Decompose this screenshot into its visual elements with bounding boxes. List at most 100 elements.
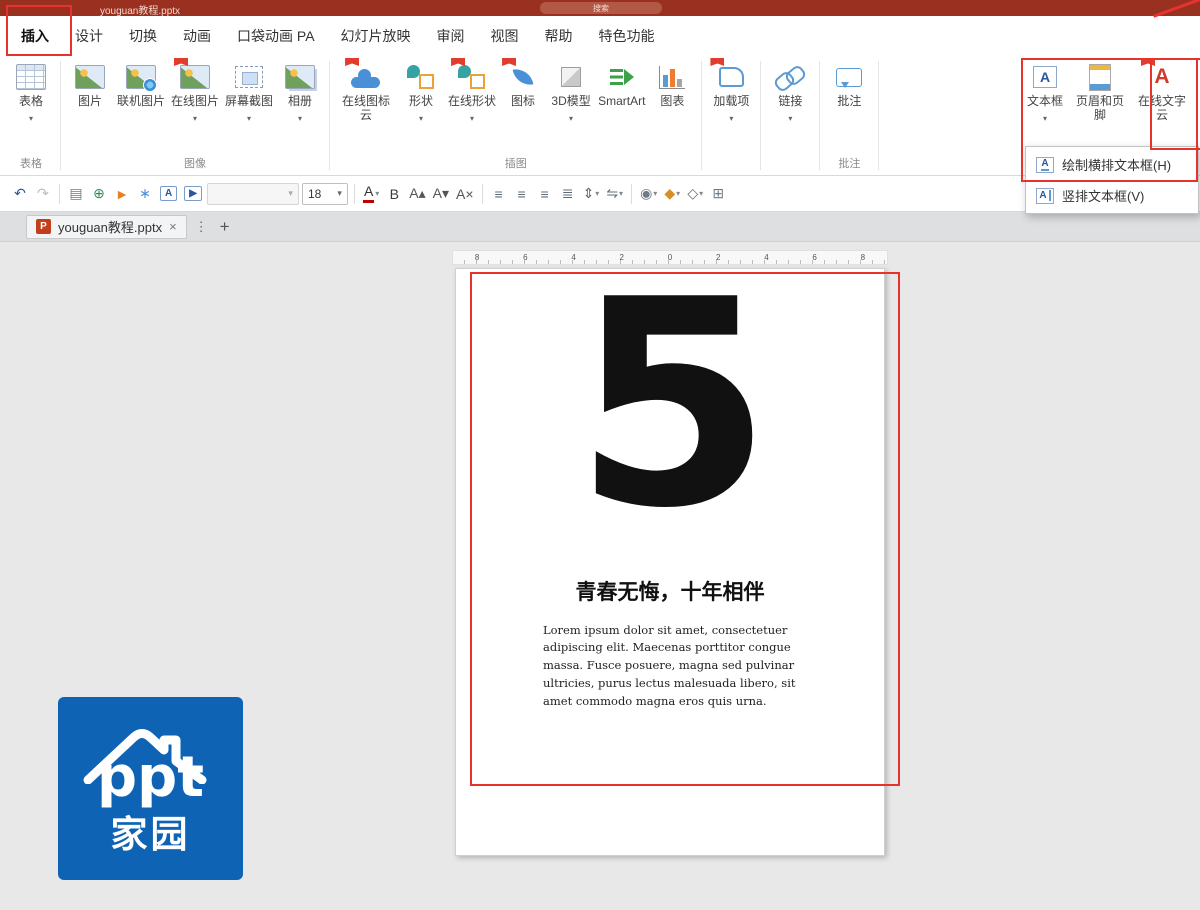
ribbon-button[interactable]: 在线图标云 (335, 58, 397, 123)
clear-format-button[interactable]: A× (454, 182, 476, 206)
plugin-flag-button[interactable]: ► (112, 182, 132, 206)
ribbon-button[interactable]: 文本框 (1021, 58, 1069, 124)
slide-big-number[interactable]: 5 (456, 263, 884, 547)
ruler-number: 6 (523, 253, 528, 262)
ribbon-button-icon (1027, 62, 1063, 92)
ribbon-button[interactable]: 在线图片 (168, 58, 222, 124)
slide-title[interactable]: 青春无悔，十年相伴 (456, 576, 884, 606)
ribbon-button[interactable]: SmartArt (595, 58, 648, 108)
ribbon-button[interactable]: 批注 (825, 58, 873, 108)
font-size-select[interactable]: 18 (301, 182, 348, 205)
chevron-down-icon (29, 110, 33, 124)
menu-tab[interactable]: 口袋动画 PA (224, 16, 328, 56)
document-tab[interactable]: P youguan教程.pptx × (26, 214, 187, 239)
online-badge-icon (502, 58, 517, 66)
ribbon-button[interactable]: 图片 (66, 58, 114, 108)
toolbar-icon: ◆ (664, 185, 676, 201)
powerpoint-file-icon: P (36, 219, 51, 234)
divider[interactable] (631, 183, 633, 204)
online-badge-icon (710, 58, 725, 66)
toolbar-icon: A▴ (409, 185, 426, 201)
plugin-star-button[interactable]: ∗ (135, 182, 155, 206)
ribbon-button-icon (1141, 58, 1180, 92)
menu-item[interactable]: 竖排文本框(V) (1026, 180, 1198, 211)
quick-media-button[interactable]: ▶ (182, 182, 204, 206)
menu-tab[interactable]: 幻灯片放映 (328, 16, 424, 56)
close-icon[interactable]: × (169, 219, 177, 234)
ribbon-button-label: SmartArt (598, 94, 646, 108)
ribbon-button-label: 在线图标云 (342, 94, 391, 123)
ribbon-button[interactable]: 表格 (7, 58, 55, 124)
more-options-icon[interactable]: ⋮ (195, 219, 208, 235)
menu-tab[interactable]: 设计 (62, 16, 116, 56)
divider[interactable] (481, 183, 483, 204)
ribbon-button[interactable]: 在线文字云 (1131, 58, 1193, 123)
ribbon-button[interactable]: 联机图片 (114, 58, 168, 108)
font-color-button[interactable]: A (361, 182, 381, 206)
align-left-button[interactable]: ≡ (489, 182, 509, 206)
align-right-button[interactable]: ≡ (535, 182, 555, 206)
justify-button[interactable]: ≣ (558, 182, 578, 206)
plugin-green-button[interactable]: ⊕ (89, 182, 109, 206)
menu-tab[interactable]: 审阅 (424, 16, 478, 56)
ribbon-button[interactable]: 图标 (499, 58, 547, 108)
quick-table-button[interactable]: ⊞ (708, 182, 728, 206)
ribbon-button[interactable]: 3D模型 (547, 58, 595, 124)
new-tab-button[interactable]: + (220, 217, 230, 237)
divider[interactable] (59, 183, 60, 204)
ribbon-button-icon (123, 62, 159, 92)
slide[interactable]: 5 青春无悔，十年相伴 Lorem ipsum dolor sit amet, … (455, 263, 885, 856)
increase-font-button[interactable]: A▴ (407, 182, 427, 206)
ribbon-button-icon (345, 58, 384, 92)
ribbon-group-illustrations: 在线图标云 形状 在线形状 图标 3D模型 SmartArt (330, 56, 701, 175)
font-family-select[interactable] (206, 182, 299, 205)
ribbon-button[interactable]: 在线形状 (445, 58, 499, 124)
shapes-gallery-button[interactable]: ◉ (638, 182, 659, 206)
menu-tab[interactable]: 视图 (478, 16, 532, 56)
slide-canvas[interactable]: 864202468 5 青春无悔，十年相伴 Lorem ipsum dolor … (0, 242, 1200, 910)
divider[interactable] (353, 183, 355, 204)
align-center-button[interactable]: ≡ (512, 182, 532, 206)
shape-outline-button[interactable]: ◇ (685, 182, 705, 206)
slide-body-text[interactable]: Lorem ipsum dolor sit amet, consectetuer… (543, 622, 797, 711)
ribbon-button[interactable]: 图表 (648, 58, 696, 108)
menu-tab[interactable]: 帮助 (532, 16, 586, 56)
search-box[interactable]: 搜索 (540, 2, 662, 14)
menu-tab[interactable]: 动画 (170, 16, 224, 56)
shape-fill-button[interactable]: ◆ (662, 182, 682, 206)
chevron-down-icon (247, 110, 251, 124)
ribbon-button-label: 3D模型 (551, 94, 591, 108)
online-badge-icon (345, 58, 360, 66)
ribbon-button[interactable]: 屏幕截图 (222, 58, 276, 124)
ribbon-group-comments: 批注 批注 (820, 56, 878, 175)
quick-textbox-button[interactable]: A (158, 182, 179, 206)
ribbon-button[interactable]: 加载项 (707, 58, 755, 124)
bold-button[interactable]: B (384, 182, 404, 206)
ribbon-button[interactable]: 页眉和页脚 (1069, 58, 1131, 123)
ribbon-button-label: 页眉和页脚 (1075, 94, 1124, 123)
group-label (707, 159, 755, 175)
ribbon-button[interactable]: 链接 (766, 58, 814, 124)
slide-layout-button[interactable]: ▤ (66, 182, 86, 206)
chevron-down-icon (419, 110, 423, 124)
menu-item[interactable]: 绘制横排文本框(H) (1026, 149, 1198, 180)
line-spacing-button[interactable]: ⇕ (581, 182, 602, 206)
ribbon-button-icon (502, 58, 541, 92)
menu-tab[interactable]: 特色功能 (586, 16, 668, 56)
title-bar: youguan教程.pptx 搜索 (0, 0, 1200, 17)
ribbon-button-label: 形状 (409, 94, 434, 108)
toolbar-icon: ↶ (14, 185, 26, 201)
text-direction-button[interactable]: ⇋ (604, 182, 625, 206)
toolbar-icon: ► (115, 185, 129, 202)
redo-button[interactable]: ↷ (33, 182, 53, 206)
menu-tab[interactable]: 切换 (116, 16, 170, 56)
decrease-font-button[interactable]: A▾ (431, 182, 451, 206)
ribbon-button[interactable]: 相册 (276, 58, 324, 124)
undo-button[interactable]: ↶ (10, 182, 30, 206)
ribbon-button-label: 联机图片 (117, 94, 166, 108)
textbox-dropdown-menu: 绘制横排文本框(H) 竖排文本框(V) (1025, 146, 1199, 214)
menu-item-label: 竖排文本框(V) (1062, 189, 1145, 204)
ribbon-button-icon (282, 62, 318, 92)
ribbon-button[interactable]: 形状 (397, 58, 445, 124)
menu-tab[interactable]: 插入 (8, 16, 62, 56)
